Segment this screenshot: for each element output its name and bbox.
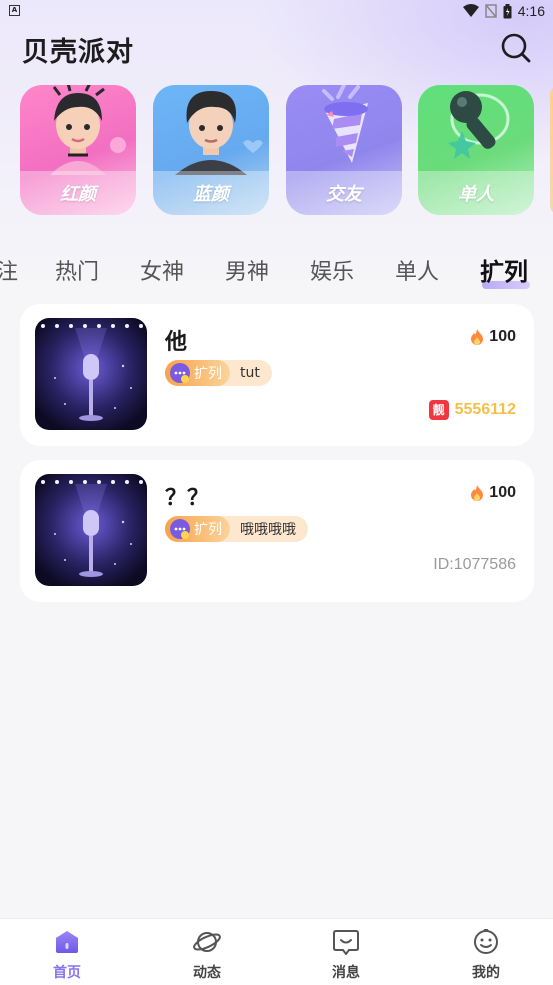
- nav-label: 消息: [332, 965, 360, 981]
- boy-avatar-icon: [175, 91, 263, 175]
- party-popper-icon: [322, 85, 368, 163]
- bottom-nav: 首页 动态 消息 我的: [0, 918, 553, 985]
- status-bar: A 4:16: [0, 0, 553, 24]
- category-label: 红颜: [60, 184, 96, 205]
- room-heat: 100: [469, 484, 516, 502]
- tab-goddess[interactable]: 女神: [140, 254, 184, 286]
- category-card-blue[interactable]: 蓝颜: [153, 85, 269, 215]
- room-type-label: 扩列: [194, 522, 222, 538]
- category-card-friend[interactable]: 交友: [286, 85, 402, 215]
- category-label-bar: 交友: [286, 171, 402, 215]
- room-cover-image: [35, 474, 147, 586]
- status-time: 4:16: [517, 3, 545, 19]
- tab-hot[interactable]: 热门: [55, 254, 99, 286]
- nav-home[interactable]: 首页: [32, 929, 102, 981]
- category-label-bar: 单人: [418, 171, 534, 215]
- room-description: 哦哦哦哦: [240, 522, 296, 538]
- category-cards: 红颜 蓝颜 交友 单人: [20, 85, 553, 215]
- room-type-label: 扩列: [194, 366, 222, 382]
- app-notification-icon: A: [9, 5, 20, 16]
- room-heat-value: 100: [489, 484, 516, 501]
- planet-icon: [193, 932, 221, 952]
- profile-icon: [474, 929, 498, 954]
- home-icon: [56, 931, 78, 953]
- room-cover-image: [35, 318, 147, 430]
- girl-avatar-icon: [50, 85, 126, 175]
- search-button[interactable]: [498, 30, 534, 66]
- room-id: ID:1077586: [433, 556, 516, 574]
- room-name: 他: [165, 330, 188, 355]
- message-icon: [333, 930, 359, 955]
- category-label-bar: 蓝颜: [153, 171, 269, 215]
- category-card-red[interactable]: 红颜: [20, 85, 136, 215]
- tab-following[interactable]: 注: [0, 254, 18, 286]
- microphone-icon: [448, 91, 510, 159]
- category-label: 单人: [458, 184, 494, 205]
- nav-label: 我的: [472, 965, 500, 981]
- tab-entertainment[interactable]: 娱乐: [310, 254, 354, 286]
- category-label: 蓝颜: [193, 184, 229, 205]
- room-type-tag: 扩列: [165, 360, 230, 386]
- fire-icon: [471, 329, 484, 345]
- category-label: 交友: [326, 184, 362, 205]
- no-signal-icon: [485, 4, 497, 18]
- fire-icon: [471, 485, 484, 501]
- room-id-value: ID:1077586: [433, 556, 516, 573]
- nav-moments[interactable]: 动态: [172, 929, 242, 981]
- nav-label: 首页: [53, 965, 81, 981]
- nav-messages[interactable]: 消息: [311, 929, 381, 981]
- category-label-bar: 红颜: [20, 171, 136, 215]
- status-icons: 4:16: [462, 3, 545, 19]
- room-tag-row: 扩列 哦哦哦哦: [165, 516, 308, 542]
- category-card-solo[interactable]: 单人: [418, 85, 534, 215]
- search-icon: [501, 33, 531, 63]
- room-name: ？？: [165, 486, 210, 511]
- nav-profile[interactable]: 我的: [451, 929, 521, 981]
- room-tag-pill: 扩列 哦哦哦哦: [165, 516, 308, 542]
- chat-bubble-icon: [170, 519, 190, 539]
- tab-expand-friends[interactable]: 扩列: [480, 252, 528, 287]
- pretty-id-value: 5556112: [454, 401, 516, 418]
- room-pretty-id: 靓 5556112: [428, 400, 516, 420]
- room-heat: 100: [469, 328, 516, 346]
- room-type-tag: 扩列: [165, 516, 230, 542]
- room-card[interactable]: ？？ 100 扩列 哦哦哦哦 ID:1077586: [20, 460, 534, 602]
- room-tag-pill: 扩列 tut: [165, 360, 272, 386]
- nav-label: 动态: [193, 965, 221, 981]
- room-tabs: 注 热门 女神 男神 娱乐 单人 扩列: [0, 250, 553, 296]
- room-tag-row: 扩列 tut: [165, 360, 272, 386]
- wifi-icon: [462, 4, 479, 17]
- pretty-id-badge: 靓: [428, 400, 449, 420]
- app-title: 贝壳派对: [22, 37, 134, 68]
- room-description: tut: [240, 365, 260, 381]
- room-card[interactable]: 他 100 扩列 tut 靓 5556112: [20, 304, 534, 446]
- tab-solo[interactable]: 单人: [395, 254, 439, 286]
- chat-bubble-icon: [170, 363, 190, 383]
- room-heat-value: 100: [489, 328, 516, 345]
- battery-icon: [503, 3, 512, 18]
- tab-god[interactable]: 男神: [225, 254, 269, 286]
